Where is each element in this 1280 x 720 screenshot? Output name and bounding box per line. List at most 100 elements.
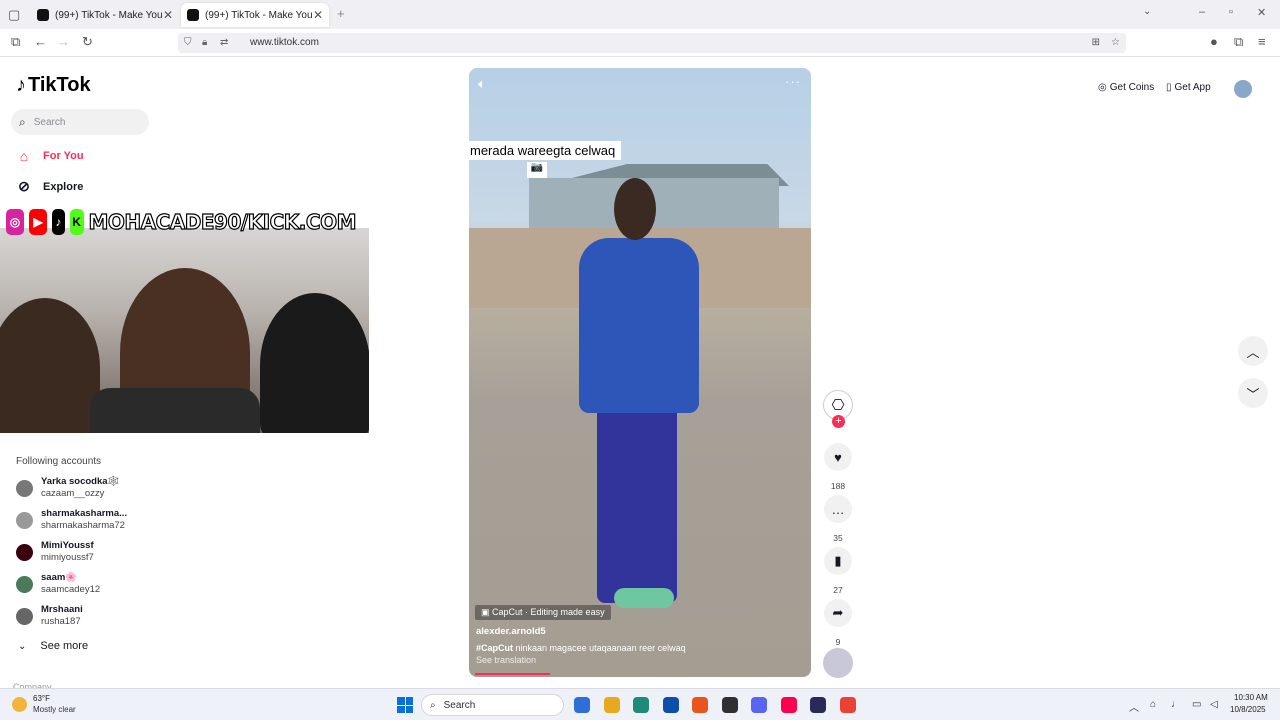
browser-tab-1[interactable]: (99+) TikTok - Make Your Day ✕ (31, 3, 179, 27)
clock-date[interactable]: 10/8/2025 (1230, 705, 1266, 714)
forward-icon[interactable]: → (57, 34, 70, 49)
weather-moon-icon[interactable] (12, 697, 27, 712)
profile-avatar[interactable] (1234, 80, 1252, 98)
previous-video-button[interactable]: ︿ (1238, 336, 1268, 366)
save-action[interactable]: ▮ 27 (824, 547, 852, 595)
avatar (16, 479, 33, 497)
more-options-icon[interactable]: ··· (785, 74, 801, 89)
taskbar-app-icon[interactable] (751, 697, 767, 713)
browser-tab-2[interactable]: (99+) TikTok - Make Your Day ✕ (181, 3, 329, 27)
start-button[interactable] (397, 697, 413, 713)
webcam-person-shirt (90, 388, 260, 433)
profile-extension-icon[interactable]: ● (1210, 34, 1218, 49)
comment-count: 35 (833, 533, 843, 543)
following-account[interactable]: Yarka socodka🕸️ cazaam__ozzy (16, 475, 166, 501)
volume-icon[interactable]: 🔈︎ (478, 76, 486, 92)
page-sidebar-icon[interactable]: ⧉ (11, 34, 20, 50)
video-progress-bar[interactable] (475, 673, 550, 675)
get-coins-button[interactable]: ◎ Get Coins (1098, 82, 1154, 93)
bookmark-star-icon[interactable]: ☆ (1111, 33, 1120, 53)
tracking-shield-icon[interactable]: ⛉ (184, 33, 192, 53)
new-tab-button[interactable]: + (337, 6, 345, 21)
tab-list-icon[interactable]: ▢ (8, 7, 20, 23)
volume-icon[interactable]: ◁ (1210, 699, 1218, 710)
following-account[interactable]: MimiYoussf mimiyoussf7 (16, 539, 166, 565)
next-video-button[interactable]: ﹀ (1238, 378, 1268, 408)
weather-temperature[interactable]: 63°F (33, 694, 50, 703)
reload-icon[interactable]: ↻ (82, 34, 93, 50)
chevron-up-icon: ︿ (1246, 344, 1260, 360)
close-window-icon[interactable]: ✕ (1257, 6, 1266, 19)
tab-overflow-chevron-icon[interactable]: ⌄ (1143, 6, 1151, 17)
weather-description[interactable]: Mostly clear (33, 705, 76, 714)
comment-action[interactable]: … 35 (824, 495, 852, 543)
tray-overflow-chevron-icon[interactable]: ︿ (1129, 699, 1139, 714)
like-action[interactable]: ♥ 188 (824, 443, 852, 491)
following-account[interactable]: sharmakasharma... sharmakasharma72 (16, 507, 166, 533)
tiktok-logo[interactable]: ♪ TikTok (16, 74, 91, 97)
menu-icon[interactable]: ≡ (1258, 34, 1266, 49)
music-disc-icon[interactable] (823, 648, 853, 678)
close-tab-icon[interactable]: ✕ (163, 8, 173, 22)
maximize-window-icon[interactable]: ▫ (1229, 6, 1233, 18)
permissions-icon[interactable]: ⇄ (220, 33, 228, 53)
avatar-logo-icon: ⎔ (831, 397, 845, 414)
following-account[interactable]: Mrshaani rusha187 (16, 603, 166, 629)
video-scene (614, 588, 674, 608)
hashtag-link[interactable]: #CapCut (476, 643, 513, 653)
webcam-person (0, 298, 100, 433)
extensions-icon[interactable]: ⧉ (1234, 34, 1243, 50)
following-account[interactable]: saam🌸 saamcadey12 (16, 571, 166, 597)
tiktok-favicon-icon (37, 9, 49, 21)
stream-channel-text: MOHACADE90/KICK.COM (88, 209, 357, 234)
account-display-name: saam🌸 (41, 572, 78, 583)
back-icon[interactable]: ← (34, 34, 47, 49)
taskbar-app-icon[interactable] (662, 697, 679, 713)
account-display-name: sharmakasharma... (41, 508, 128, 519)
comment-icon[interactable]: … (824, 495, 852, 523)
url-bar[interactable]: ⛉ 🔒︎ ⇄ www.tiktok.com ⊞ ☆ (178, 33, 1126, 53)
video-author[interactable]: alexder.arnold5 (476, 626, 546, 637)
taskbar-search[interactable]: ⌕ Search (421, 694, 564, 716)
lock-icon[interactable]: 🔒︎ (202, 33, 207, 53)
taskbar-app-icon[interactable] (810, 697, 826, 713)
reader-view-icon[interactable]: ⊞ (1092, 33, 1100, 53)
video-scene (579, 238, 699, 413)
heart-icon[interactable]: ♥ (824, 443, 852, 471)
taskbar-app-icon[interactable] (633, 697, 649, 713)
clock-time[interactable]: 10:30 AM (1234, 693, 1268, 702)
nav-item-explore[interactable]: ⊘ Explore (16, 178, 83, 195)
tiktok-logo-icon: ♪ (16, 74, 26, 96)
home-icon: ⌂ (19, 148, 29, 164)
taskbar-app-icon[interactable] (721, 697, 738, 713)
capcut-badge[interactable]: ▣ CapCut · Editing made easy (475, 605, 611, 620)
taskbar-app-icon[interactable] (839, 697, 856, 713)
avatar (16, 575, 33, 593)
nav-item-for-you[interactable]: ⌂ For You (16, 148, 84, 164)
tab-title: (99+) TikTok - Make Your Day (205, 9, 313, 21)
taskbar-app-icon[interactable] (692, 697, 708, 713)
minimize-window-icon[interactable]: – (1199, 6, 1205, 18)
share-icon[interactable]: ➦ (824, 599, 852, 627)
close-tab-icon[interactable]: ✕ (313, 8, 323, 22)
bookmark-icon[interactable]: ▮ (824, 547, 852, 575)
account-username: rusha187 (41, 616, 81, 627)
get-app-button[interactable]: ▯ Get App (1166, 82, 1211, 93)
microphone-icon[interactable]: ♩ (1171, 699, 1181, 710)
see-more-button[interactable]: ⌄ See more (18, 640, 88, 652)
account-username: mimiyoussf7 (41, 552, 94, 563)
taskbar-app-icon[interactable] (603, 697, 620, 713)
search-input[interactable]: ⌕ Search (11, 109, 149, 135)
taskbar-app-icon[interactable] (780, 697, 797, 713)
display-icon[interactable]: ▭ (1192, 699, 1201, 710)
video-description: #CapCut ninkaan magacee utaqaanaan reer … (476, 643, 686, 653)
share-action[interactable]: ➦ 9 (824, 599, 852, 647)
taskbar-app-icon[interactable] (574, 697, 590, 713)
see-translation-link[interactable]: See translation (476, 655, 536, 665)
network-icon[interactable]: ⌂ (1150, 699, 1156, 710)
save-count: 27 (833, 585, 843, 595)
follow-button[interactable]: + (832, 415, 845, 428)
tiktok-favicon-icon (187, 9, 199, 21)
search-icon: ⌕ (19, 114, 26, 129)
video-player[interactable]: 🔈︎ ··· merada wareegta celwaq 📷 ▣ CapCut… (469, 68, 811, 677)
